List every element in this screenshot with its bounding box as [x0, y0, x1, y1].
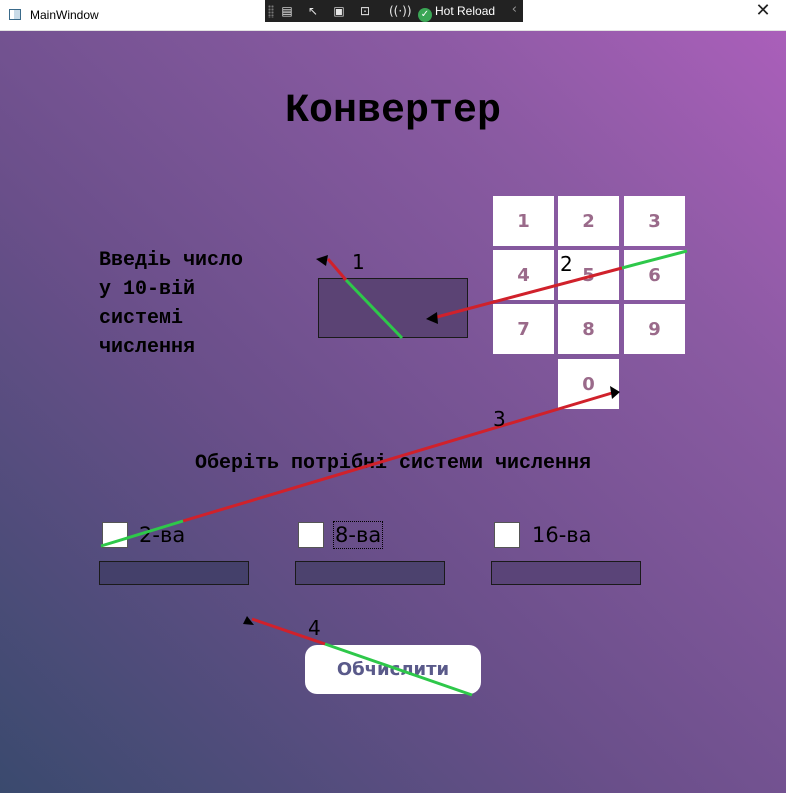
toolbar-grip-icon[interactable] — [268, 5, 274, 18]
keypad-key-6[interactable]: 6 — [624, 250, 685, 300]
decimal-number-input[interactable] — [318, 278, 468, 338]
overlay-arrowhead-1 — [316, 255, 328, 266]
keypad-key-9[interactable]: 9 — [624, 304, 685, 354]
number-input-label-line: системі — [99, 307, 184, 330]
keypad-key-4[interactable]: 4 — [493, 250, 554, 300]
number-input-label-line: Введіь число — [99, 249, 244, 272]
overlay-label-1: 1 — [352, 250, 365, 274]
keypad-key-3[interactable]: 3 — [624, 196, 685, 246]
window-title: MainWindow — [30, 8, 99, 22]
app-icon — [9, 9, 21, 20]
number-input-label: Введіь число у 10-вій системі числення — [99, 246, 309, 362]
hot-reload-button[interactable]: ✓ Hot Reload — [418, 3, 495, 22]
binding-failures-icon[interactable]: ((·)) — [389, 3, 412, 19]
select-element-icon[interactable]: ↖ — [305, 3, 321, 19]
binary-result-field — [99, 561, 249, 585]
number-input-label-line: числення — [99, 336, 196, 359]
hex-result-field — [491, 561, 641, 585]
calculate-button[interactable]: Обчислити — [305, 645, 481, 694]
octal-result-field — [295, 561, 445, 585]
overlay-label-4: 4 — [308, 616, 321, 640]
checkbox-binary-label[interactable]: 2-ва — [139, 523, 185, 547]
page-title: Конвертер — [284, 89, 502, 134]
track-focus-icon[interactable]: ⊡ — [357, 3, 373, 19]
number-systems-title: Оберіть потрібні системи числення — [194, 452, 592, 475]
overlay-label-3: 3 — [493, 407, 506, 431]
checkbox-binary[interactable] — [102, 522, 128, 548]
hot-reload-label: Hot Reload — [435, 4, 496, 18]
checkbox-octal[interactable] — [298, 522, 324, 548]
keypad-key-2[interactable]: 2 — [558, 196, 619, 246]
overlay-label-2: 2 — [560, 252, 573, 276]
overlay-arrowhead-4 — [243, 616, 254, 625]
checkbox-hex-label[interactable]: 16-ва — [532, 523, 592, 547]
overlay-line-1-red — [326, 258, 348, 281]
close-icon: ✕ — [755, 0, 771, 21]
number-input-label-line: у 10-вій — [99, 278, 196, 301]
hot-reload-check-icon: ✓ — [418, 8, 432, 22]
display-adorners-icon[interactable]: ▣ — [331, 3, 347, 19]
live-visual-tree-icon[interactable]: ▤ — [279, 3, 295, 19]
keypad-key-7[interactable]: 7 — [493, 304, 554, 354]
debug-toolbar: ▤ ↖ ▣ ⊡ ((·)) ✓ Hot Reload ‹ — [265, 0, 523, 22]
checkbox-octal-label[interactable]: 8-ва — [332, 521, 384, 549]
title-bar: MainWindow ▤ ↖ ▣ ⊡ ((·)) ✓ Hot Reload ‹ ✕ — [0, 0, 786, 31]
close-button[interactable]: ✕ — [740, 0, 786, 30]
window-client-area: Конвертер Введіь число у 10-вій системі … — [0, 31, 786, 793]
keypad-key-8[interactable]: 8 — [558, 304, 619, 354]
chevron-left-icon[interactable]: ‹ — [512, 2, 517, 17]
keypad-key-0[interactable]: 0 — [558, 359, 619, 409]
checkbox-hex[interactable] — [494, 522, 520, 548]
keypad-key-1[interactable]: 1 — [493, 196, 554, 246]
